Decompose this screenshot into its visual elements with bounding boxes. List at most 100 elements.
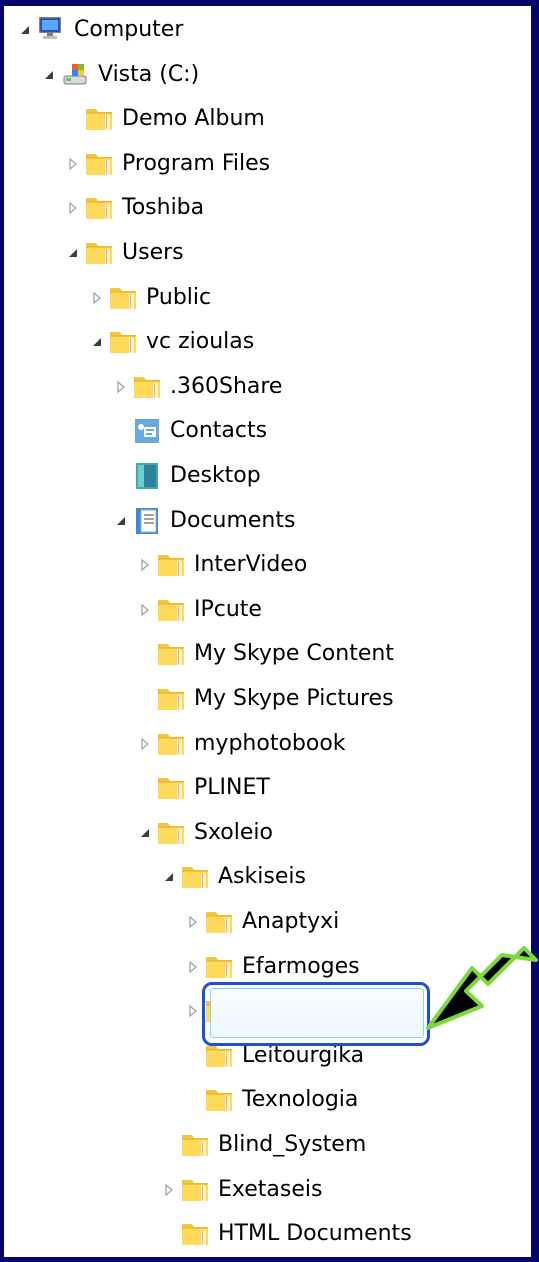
collapse-toggle[interactable] xyxy=(158,857,180,897)
folder-icon xyxy=(132,372,162,402)
desktop-icon xyxy=(132,461,162,491)
expand-toggle[interactable] xyxy=(134,545,156,585)
toggle-placeholder xyxy=(182,1080,204,1120)
tree-item[interactable]: InterVideo xyxy=(134,545,307,585)
collapse-toggle[interactable] xyxy=(62,233,84,273)
folder-icon xyxy=(180,1130,210,1160)
tree-item[interactable]: Computer xyxy=(14,10,183,50)
toggle-placeholder xyxy=(110,411,132,451)
tree-item[interactable]: Sxoleio xyxy=(134,813,273,853)
tree-item[interactable]: myphotobook xyxy=(134,724,346,764)
folder-icon xyxy=(84,238,114,268)
folder-icon xyxy=(204,952,234,982)
tree-item-label: My Skype Pictures xyxy=(194,686,394,711)
tree-item-label: My Skype Content xyxy=(194,641,394,667)
tree-item[interactable]: Demo Album xyxy=(62,99,265,139)
tree-item-label: HTML Documents xyxy=(218,1221,412,1247)
tree-item[interactable]: HTML Documents xyxy=(158,1214,412,1254)
folder-icon xyxy=(84,104,114,134)
expand-toggle[interactable] xyxy=(110,367,132,407)
tree-item-label: myphotobook xyxy=(194,730,346,756)
collapsed-arrow-icon xyxy=(69,157,78,171)
tree-item[interactable]: Documents xyxy=(110,501,295,541)
folder-icon xyxy=(84,149,114,179)
toggle-placeholder xyxy=(62,99,84,139)
expand-toggle[interactable] xyxy=(62,144,84,184)
tree-item[interactable]: Exetaseis xyxy=(158,1170,322,1210)
tree-item[interactable]: vc zioulas xyxy=(86,322,254,362)
tree-item-label: Demo Album xyxy=(122,106,265,132)
callout-arrow-icon xyxy=(426,946,538,1030)
tree-item[interactable]: Vista (C:) xyxy=(38,55,199,95)
tree-item-label: Askiseis xyxy=(218,864,306,890)
tree-item[interactable]: .360Share xyxy=(110,367,282,407)
folder-icon xyxy=(156,684,186,714)
tree-item[interactable]: Blind_System xyxy=(158,1125,366,1165)
tree-item[interactable]: My Skype Content xyxy=(134,634,394,674)
expand-toggle[interactable] xyxy=(158,1170,180,1210)
tree-item-label: Desktop xyxy=(170,463,261,488)
expand-toggle[interactable] xyxy=(182,947,204,987)
tree-item[interactable]: IPcute xyxy=(134,590,262,630)
tree-item-label: Sxoleio xyxy=(194,819,273,845)
folder-icon xyxy=(156,595,186,625)
expanded-arrow-icon xyxy=(69,249,77,257)
tree-item-label: Exetaseis xyxy=(218,1176,323,1202)
expand-toggle[interactable] xyxy=(134,724,156,764)
expand-toggle[interactable] xyxy=(182,991,204,1031)
tree-item-label: Computer xyxy=(74,17,184,42)
collapsed-arrow-icon xyxy=(141,603,150,617)
collapse-toggle[interactable] xyxy=(14,10,36,50)
tree-item-label: Toshiba xyxy=(122,195,205,221)
collapsed-arrow-icon xyxy=(165,1183,174,1196)
folder-icon xyxy=(180,862,210,892)
collapse-toggle[interactable] xyxy=(134,813,156,853)
collapsed-arrow-icon xyxy=(189,960,198,973)
tree-item[interactable]: Askiseis xyxy=(158,857,306,897)
collapse-toggle[interactable] xyxy=(86,322,108,362)
tree-item-label: Vista (C:) xyxy=(98,61,200,87)
tree-item-label: Public xyxy=(146,284,212,310)
toggle-placeholder xyxy=(158,1125,180,1165)
folder-icon xyxy=(180,1219,210,1249)
toggle-placeholder xyxy=(134,679,156,719)
tree-item[interactable]: Program Files xyxy=(62,144,270,184)
tree-item[interactable]: Desktop xyxy=(110,456,261,496)
expanded-arrow-icon xyxy=(165,873,173,882)
tree-item[interactable]: Toshiba xyxy=(62,188,204,228)
collapsed-arrow-icon xyxy=(189,915,198,929)
tree-item[interactable]: Contacts xyxy=(110,411,267,451)
tree-item[interactable]: PLINET xyxy=(134,768,270,808)
tree-item-label: Anaptyxi xyxy=(242,909,340,934)
expand-toggle[interactable] xyxy=(86,278,108,318)
expand-toggle[interactable] xyxy=(62,188,84,228)
folder-icon xyxy=(108,327,138,357)
tree-item[interactable]: Efarmoges xyxy=(182,947,360,987)
folder-icon xyxy=(204,907,234,937)
selected-item-callout-box xyxy=(202,982,430,1046)
computer-icon xyxy=(36,15,66,45)
folder-icon xyxy=(204,1085,234,1115)
tree-item-label: Users xyxy=(122,240,184,265)
expanded-arrow-icon xyxy=(45,70,53,79)
tree-item-label: vc zioulas xyxy=(146,329,255,355)
expand-toggle[interactable] xyxy=(182,902,204,942)
tree-item-label: Program Files xyxy=(122,150,271,176)
collapse-toggle[interactable] xyxy=(38,55,60,95)
tree-item[interactable]: My Skype Pictures xyxy=(134,679,394,719)
tree-item-label: Documents xyxy=(170,507,296,533)
toggle-placeholder xyxy=(158,1214,180,1254)
tree-item-label: Efarmoges xyxy=(242,953,360,979)
tree-item-label: PLINET xyxy=(194,775,270,801)
collapse-toggle[interactable] xyxy=(110,501,132,541)
tree-item[interactable]: Public xyxy=(86,278,211,318)
expanded-arrow-icon xyxy=(21,26,29,34)
tree-item[interactable]: Anaptyxi xyxy=(182,902,339,942)
expand-toggle[interactable] xyxy=(134,590,156,630)
tree-item-label: IPcute xyxy=(194,596,262,622)
tree-item-label: InterVideo xyxy=(194,552,308,578)
tree-item[interactable]: Texnologia xyxy=(182,1080,358,1120)
tree-item[interactable]: Users xyxy=(62,233,184,273)
folder-icon xyxy=(108,283,138,313)
tree-item-label: Contacts xyxy=(170,418,268,444)
